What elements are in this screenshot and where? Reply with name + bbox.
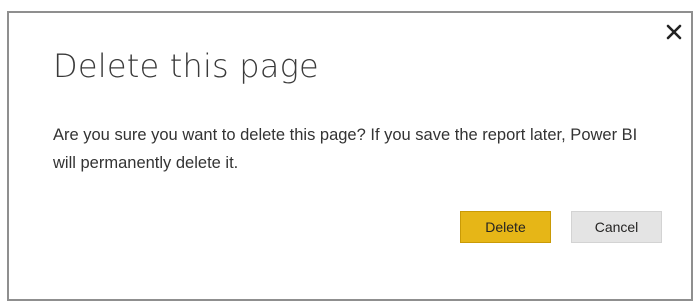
cancel-button[interactable]: Cancel [571, 211, 662, 243]
delete-button[interactable]: Delete [460, 211, 551, 243]
close-icon[interactable] [663, 21, 685, 43]
close-icon-glyph [666, 24, 682, 40]
delete-page-dialog: Delete this page Are you sure you want t… [7, 11, 693, 301]
dialog-message: Are you sure you want to delete this pag… [53, 126, 638, 172]
dialog-title: Delete this page [53, 47, 319, 85]
